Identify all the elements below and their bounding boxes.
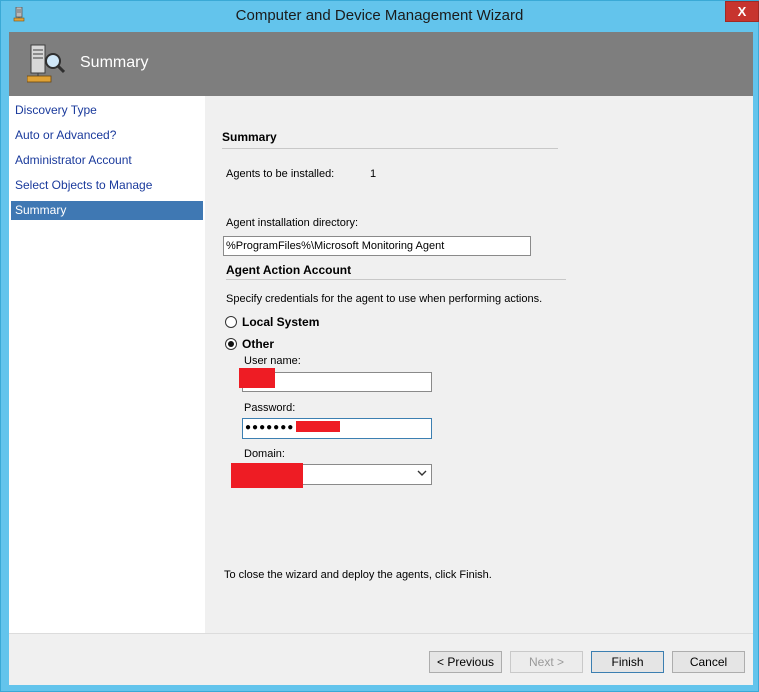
local-system-option[interactable]: Local System: [225, 315, 319, 329]
other-option[interactable]: Other: [225, 337, 274, 351]
nav-item-auto-or-advanced[interactable]: Auto or Advanced?: [11, 126, 203, 145]
install-directory-label: Agent installation directory:: [226, 217, 359, 229]
cancel-button[interactable]: Cancel: [672, 651, 745, 673]
credentials-description: Specify credentials for the agent to use…: [226, 293, 543, 305]
nav-item-administrator-account[interactable]: Administrator Account: [11, 151, 203, 170]
finish-instruction: To close the wizard and deploy the agent…: [224, 569, 492, 581]
finish-button[interactable]: Finish: [591, 651, 664, 673]
title-bar[interactable]: Computer and Device Management Wizard X: [1, 1, 759, 32]
redaction-mark: [296, 421, 340, 432]
footer-divider: [9, 633, 753, 634]
previous-button[interactable]: < Previous: [429, 651, 502, 673]
other-label: Other: [242, 337, 275, 351]
redaction-mark: [239, 368, 275, 388]
page-title: Summary: [80, 54, 149, 71]
close-icon: X: [737, 4, 747, 19]
summary-panel: Summary Agents to be installed: 1 Agent …: [205, 96, 753, 633]
action-account-divider: [226, 279, 566, 280]
password-label: Password:: [244, 402, 296, 414]
other-radio[interactable]: [225, 338, 237, 350]
next-button[interactable]: Next >: [510, 651, 583, 673]
agents-count-value: 1: [370, 168, 377, 180]
chevron-down-icon: [417, 466, 427, 484]
server-search-icon: [26, 43, 66, 87]
window-title: Computer and Device Management Wizard: [235, 7, 524, 24]
wizard-body: Discovery Type Auto or Advanced? Adminis…: [9, 96, 753, 685]
wizard-steps-nav: Discovery Type Auto or Advanced? Adminis…: [9, 96, 205, 633]
domain-label: Domain:: [244, 448, 285, 460]
action-account-heading: Agent Action Account: [226, 263, 352, 277]
nav-item-select-objects[interactable]: Select Objects to Manage: [11, 176, 203, 195]
redaction-mark: [231, 463, 303, 488]
wizard-header: Summary: [9, 32, 753, 96]
close-button[interactable]: X: [725, 1, 759, 22]
nav-item-summary[interactable]: Summary: [11, 201, 203, 220]
local-system-radio[interactable]: [225, 316, 237, 328]
nav-item-discovery-type[interactable]: Discovery Type: [11, 101, 203, 120]
username-label: User name:: [244, 355, 301, 367]
summary-divider: [222, 148, 558, 149]
local-system-label: Local System: [242, 315, 320, 329]
install-directory-field[interactable]: %ProgramFiles%\Microsoft Monitoring Agen…: [223, 236, 531, 256]
wizard-window: Computer and Device Management Wizard X …: [0, 0, 759, 692]
agents-count-label: Agents to be installed:: [226, 168, 335, 180]
summary-heading: Summary: [222, 130, 277, 144]
